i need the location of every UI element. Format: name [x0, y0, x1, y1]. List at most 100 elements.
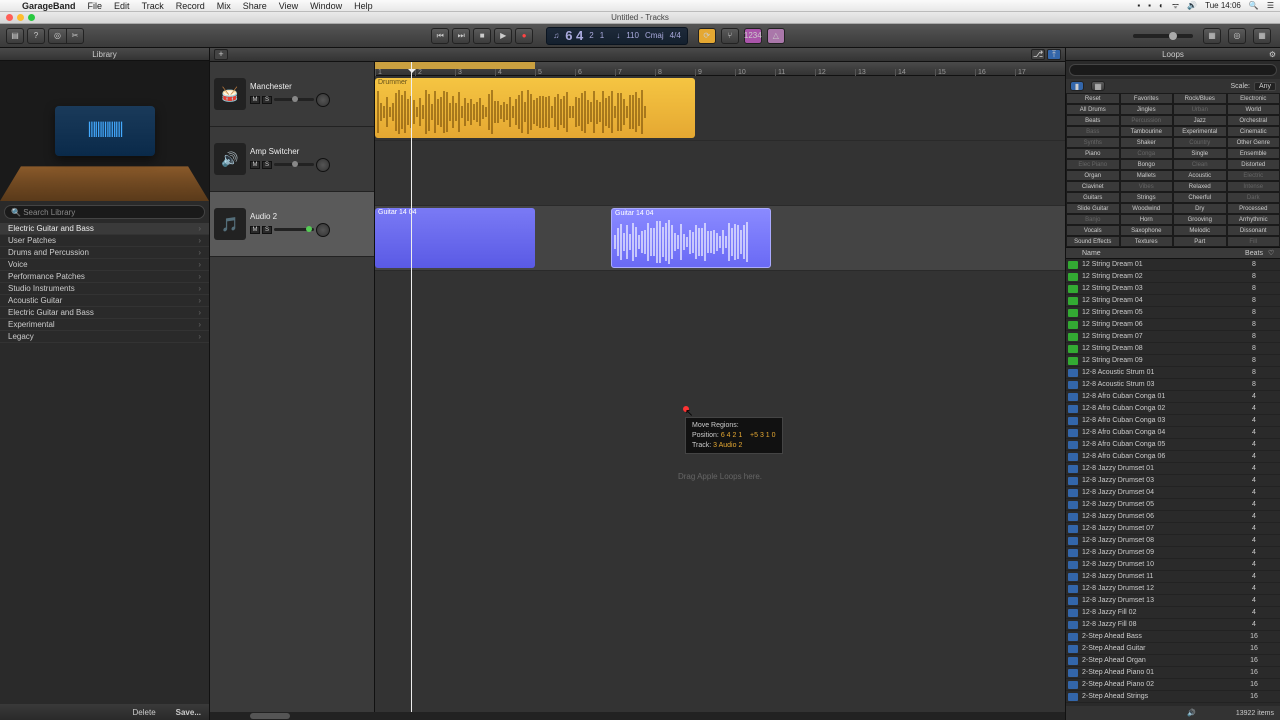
filter-cell[interactable]: Ensemble — [1227, 148, 1280, 159]
menu-share[interactable]: Share — [237, 1, 273, 11]
ruler[interactable]: 1234567891011121314151617 — [375, 62, 1065, 76]
play-button[interactable]: ▶ — [494, 28, 512, 44]
filter-cell[interactable]: Organ — [1066, 170, 1120, 181]
filter-cell[interactable]: Acoustic — [1173, 170, 1227, 181]
library-category[interactable]: User Patches› — [0, 235, 209, 247]
loop-item[interactable]: 12-8 Afro Cuban Conga 03 4 — [1066, 415, 1280, 427]
filter-cell[interactable]: Vibes — [1120, 181, 1174, 192]
solo-button[interactable]: S — [262, 161, 272, 169]
loop-item[interactable]: 12-8 Afro Cuban Conga 01 4 — [1066, 391, 1280, 403]
filter-cell[interactable]: Experimental — [1173, 126, 1227, 137]
loop-item[interactable]: 12-8 Jazzy Drumset 05 4 — [1066, 499, 1280, 511]
filter-cell[interactable]: Elec Piano — [1066, 159, 1120, 170]
loop-item[interactable]: 12-8 Jazzy Drumset 04 4 — [1066, 487, 1280, 499]
loop-item[interactable]: 2-Step Ahead Strings 16 — [1066, 691, 1280, 703]
loop-item[interactable]: 12-8 Afro Cuban Conga 05 4 — [1066, 439, 1280, 451]
arrange-area[interactable]: 1234567891011121314151617 Drummer Guitar… — [375, 62, 1065, 712]
filter-cell[interactable]: Rock/Blues — [1173, 93, 1227, 104]
pan-knob[interactable] — [316, 223, 330, 237]
filter-cell[interactable]: Clavinet — [1066, 181, 1120, 192]
region-drummer[interactable]: Drummer — [375, 78, 695, 138]
filter-cell[interactable]: Arrhythmic — [1227, 214, 1280, 225]
loops-search-input[interactable] — [1069, 64, 1277, 76]
loop-item[interactable]: 2-Step Ahead Organ 16 — [1066, 655, 1280, 667]
loop-item[interactable]: 2-Step Ahead Piano 02 16 — [1066, 679, 1280, 691]
pan-knob[interactable] — [316, 158, 330, 172]
filter-cell[interactable]: Piano — [1066, 148, 1120, 159]
filter-cell[interactable]: Strings — [1120, 192, 1174, 203]
loop-item[interactable]: 12-8 Jazzy Drumset 01 4 — [1066, 463, 1280, 475]
loop-item[interactable]: 12-8 Jazzy Drumset 07 4 — [1066, 523, 1280, 535]
filter-cell[interactable]: Shaker — [1120, 137, 1174, 148]
volume-slider[interactable] — [274, 98, 314, 101]
filter-cell[interactable]: Dark — [1227, 192, 1280, 203]
notifications-icon[interactable]: ☰ — [1267, 1, 1274, 10]
filter-cell[interactable]: Guitars — [1066, 192, 1120, 203]
stop-button[interactable]: ■ — [473, 28, 491, 44]
filter-cell[interactable]: Single — [1173, 148, 1227, 159]
status-icon[interactable]: ▪ — [1137, 1, 1140, 10]
loops-button[interactable]: ◎ — [1228, 28, 1246, 44]
filter-cell[interactable]: Favorites — [1120, 93, 1174, 104]
column-name[interactable]: Name — [1080, 250, 1240, 257]
loop-item[interactable]: 12 String Dream 04 8 — [1066, 295, 1280, 307]
loop-item[interactable]: 12 String Dream 01 8 — [1066, 259, 1280, 271]
menu-file[interactable]: File — [82, 1, 109, 11]
filter-cell[interactable]: Jingles — [1120, 104, 1174, 115]
track-header[interactable]: 🔊 Amp Switcher M S — [210, 127, 374, 192]
library-category[interactable]: Voice› — [0, 259, 209, 271]
menu-mix[interactable]: Mix — [211, 1, 237, 11]
filter-cell[interactable]: Percussion — [1120, 115, 1174, 126]
filter-cell[interactable]: World — [1227, 104, 1280, 115]
status-icon[interactable]: ▪ — [1148, 1, 1151, 10]
filter-cell[interactable]: Other Genre — [1227, 137, 1280, 148]
lcd-display[interactable]: ♫ 6 4 2 1 ↓ 110 Cmaj 4/4 — [546, 27, 688, 45]
loop-item[interactable]: 12-8 Jazzy Drumset 11 4 — [1066, 571, 1280, 583]
loop-item[interactable]: 12-8 Jazzy Drumset 12 4 — [1066, 583, 1280, 595]
filter-cell[interactable]: Textures — [1120, 236, 1174, 247]
filter-cell[interactable]: Cheerful — [1173, 192, 1227, 203]
library-delete-button[interactable]: Delete — [133, 708, 156, 717]
loop-item[interactable]: 12-8 Jazzy Drumset 03 4 — [1066, 475, 1280, 487]
filter-cell[interactable]: Conga — [1120, 148, 1174, 159]
filter-cell[interactable]: Dry — [1173, 203, 1227, 214]
library-category[interactable]: Legacy› — [0, 331, 209, 343]
playhead[interactable] — [411, 62, 412, 712]
filter-cell[interactable]: Woodwind — [1120, 203, 1174, 214]
mute-button[interactable]: M — [250, 226, 260, 234]
loop-item[interactable]: 12 String Dream 02 8 — [1066, 271, 1280, 283]
loops-view-buttons[interactable]: ▦ — [1091, 81, 1105, 91]
metronome-button[interactable]: △ — [767, 28, 785, 44]
loop-item[interactable]: 2-Step Ahead Piano 01 16 — [1066, 667, 1280, 679]
loop-item[interactable]: 12-8 Acoustic Strum 01 8 — [1066, 367, 1280, 379]
loop-item[interactable]: 2-Step Ahead Bass 16 — [1066, 631, 1280, 643]
mute-button[interactable]: M — [250, 161, 260, 169]
loop-item[interactable]: 12-8 Jazzy Drumset 09 4 — [1066, 547, 1280, 559]
forward-button[interactable]: ⏭ — [452, 28, 470, 44]
library-search-input[interactable]: 🔍 Search Library — [4, 205, 205, 219]
editors-button[interactable]: ✂ — [66, 28, 84, 44]
track-lane[interactable]: Drummer — [375, 76, 1065, 141]
loop-item[interactable]: 12-8 Jazzy Drumset 10 4 — [1066, 559, 1280, 571]
solo-button[interactable]: S — [262, 96, 272, 104]
library-category[interactable]: Studio Instruments› — [0, 283, 209, 295]
menu-edit[interactable]: Edit — [108, 1, 136, 11]
pan-knob[interactable] — [316, 93, 330, 107]
filter-cell[interactable]: Bongo — [1120, 159, 1174, 170]
filter-cell[interactable]: Saxophone — [1120, 225, 1174, 236]
filter-cell[interactable]: Urban — [1173, 104, 1227, 115]
column-beats[interactable]: Beats — [1240, 250, 1268, 257]
filter-cell[interactable]: Vocals — [1066, 225, 1120, 236]
filter-cell[interactable]: Beats — [1066, 115, 1120, 126]
loop-item[interactable]: 12 String Dream 07 8 — [1066, 331, 1280, 343]
filter-cell[interactable]: Electronic — [1227, 93, 1280, 104]
filter-cell[interactable]: Slide Guitar — [1066, 203, 1120, 214]
loop-item[interactable]: 12 String Dream 08 8 — [1066, 343, 1280, 355]
loop-item[interactable]: 12-8 Afro Cuban Conga 06 4 — [1066, 451, 1280, 463]
menu-view[interactable]: View — [273, 1, 304, 11]
library-button[interactable]: ▤ — [6, 28, 24, 44]
notepad-button[interactable]: ▦ — [1203, 28, 1221, 44]
loop-item[interactable]: 12-8 Acoustic Strum 03 8 — [1066, 379, 1280, 391]
filter-cell[interactable]: Distorted — [1227, 159, 1280, 170]
loop-item[interactable]: 12-8 Jazzy Fill 02 4 — [1066, 607, 1280, 619]
